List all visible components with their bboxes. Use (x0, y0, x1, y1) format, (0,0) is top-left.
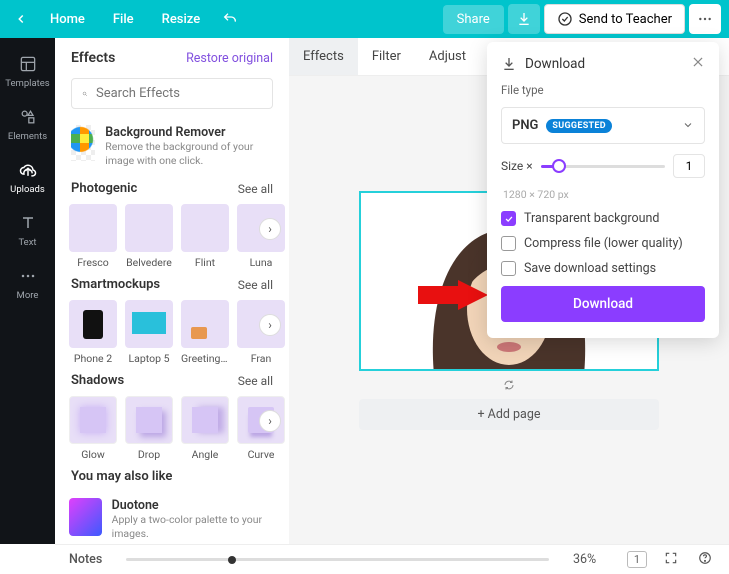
effect-duotone[interactable]: Duotone Apply a two-color palette to you… (67, 492, 277, 544)
send-label: Send to Teacher (579, 12, 672, 27)
search-input[interactable] (96, 86, 262, 101)
download-icon-button[interactable] (508, 4, 540, 34)
size-slider[interactable] (541, 165, 665, 168)
zoom-percent: 36% (573, 552, 613, 567)
notes-button[interactable]: Notes (69, 552, 102, 567)
duotone-thumb (69, 498, 102, 536)
tab-adjust[interactable]: Adjust (415, 38, 480, 75)
tab-filter[interactable]: Filter (358, 38, 415, 75)
download-icon (501, 56, 517, 72)
transparent-bg-checkbox[interactable]: Transparent background (501, 211, 705, 226)
mockup-phone[interactable]: Phone 2 (69, 300, 117, 365)
save-settings-checkbox[interactable]: Save download settings (501, 261, 705, 276)
more-button[interactable] (689, 4, 721, 34)
size-label: Size × (501, 159, 533, 173)
search-icon (82, 87, 88, 101)
close-button[interactable] (691, 54, 705, 73)
sync-icon (503, 379, 515, 391)
zoom-slider[interactable] (126, 558, 549, 561)
background-remover[interactable]: Background Remover Remove the background… (67, 121, 277, 171)
compress-checkbox[interactable]: Compress file (lower quality) (501, 236, 705, 251)
shadow-drop[interactable]: Drop (125, 396, 173, 461)
rail-uploads[interactable]: Uploads (0, 152, 55, 203)
download-button[interactable]: Download (501, 286, 705, 322)
rail-text[interactable]: Text (0, 205, 55, 256)
back-button[interactable] (8, 6, 34, 32)
dimensions-text: 1280 × 720 px (501, 188, 705, 201)
ymal-title: You may also like (71, 469, 172, 484)
size-value[interactable]: 1 (673, 154, 705, 178)
search-effects[interactable] (71, 78, 273, 109)
effect-fresco[interactable]: Fresco (69, 204, 117, 269)
download-title: Download (525, 56, 683, 72)
mockup-laptop[interactable]: Laptop 5 (125, 300, 173, 365)
photogenic-title: Photogenic (71, 181, 137, 196)
rail-templates[interactable]: Templates (0, 46, 55, 97)
add-page-button[interactable]: + Add page (359, 399, 659, 430)
bg-remover-desc: Remove the background of your image with… (105, 140, 273, 167)
send-to-teacher-button[interactable]: Send to Teacher (544, 4, 685, 34)
effect-belvedere[interactable]: Belvedere (125, 204, 173, 269)
rail-more[interactable]: More (0, 258, 55, 309)
home-menu[interactable]: Home (38, 6, 97, 33)
shadow-curve[interactable]: Curve (237, 396, 285, 461)
filetype-select[interactable]: PNG SUGGESTED (501, 107, 705, 144)
duotone-desc: Apply a two-color palette to your images… (112, 513, 275, 540)
rail-elements[interactable]: Elements (0, 99, 55, 150)
mockup-card[interactable]: Greeting car... (181, 300, 229, 365)
shadow-glow[interactable]: Glow (69, 396, 117, 461)
duotone-title: Duotone (112, 498, 275, 513)
resize-menu[interactable]: Resize (150, 6, 213, 33)
photogenic-seeall[interactable]: See all (238, 182, 273, 196)
chevron-down-icon (682, 116, 694, 135)
undo-button[interactable] (216, 11, 244, 27)
smartmockups-title: Smartmockups (71, 277, 160, 292)
filetype-label: File type (501, 83, 705, 97)
share-button[interactable]: Share (443, 5, 504, 34)
file-menu[interactable]: File (101, 6, 146, 33)
panel-title: Effects (71, 50, 115, 66)
mockup-frame[interactable]: Fran (237, 300, 285, 365)
fullscreen-button[interactable] (661, 551, 681, 569)
smartmockups-seeall[interactable]: See all (238, 278, 273, 292)
shadow-angle[interactable]: Angle (181, 396, 229, 461)
help-button[interactable] (695, 551, 715, 569)
tab-effects[interactable]: Effects (289, 38, 358, 75)
shadows-title: Shadows (71, 373, 124, 388)
bg-remover-title: Background Remover (105, 125, 273, 140)
effect-flint[interactable]: Flint (181, 204, 229, 269)
bg-remover-thumb (71, 125, 95, 161)
shadows-seeall[interactable]: See all (238, 374, 273, 388)
download-panel: Download File type PNG SUGGESTED Size × … (487, 42, 719, 338)
effect-luna[interactable]: Luna (237, 204, 285, 269)
page-count[interactable]: 1 (627, 551, 647, 568)
restore-original[interactable]: Restore original (186, 51, 273, 66)
